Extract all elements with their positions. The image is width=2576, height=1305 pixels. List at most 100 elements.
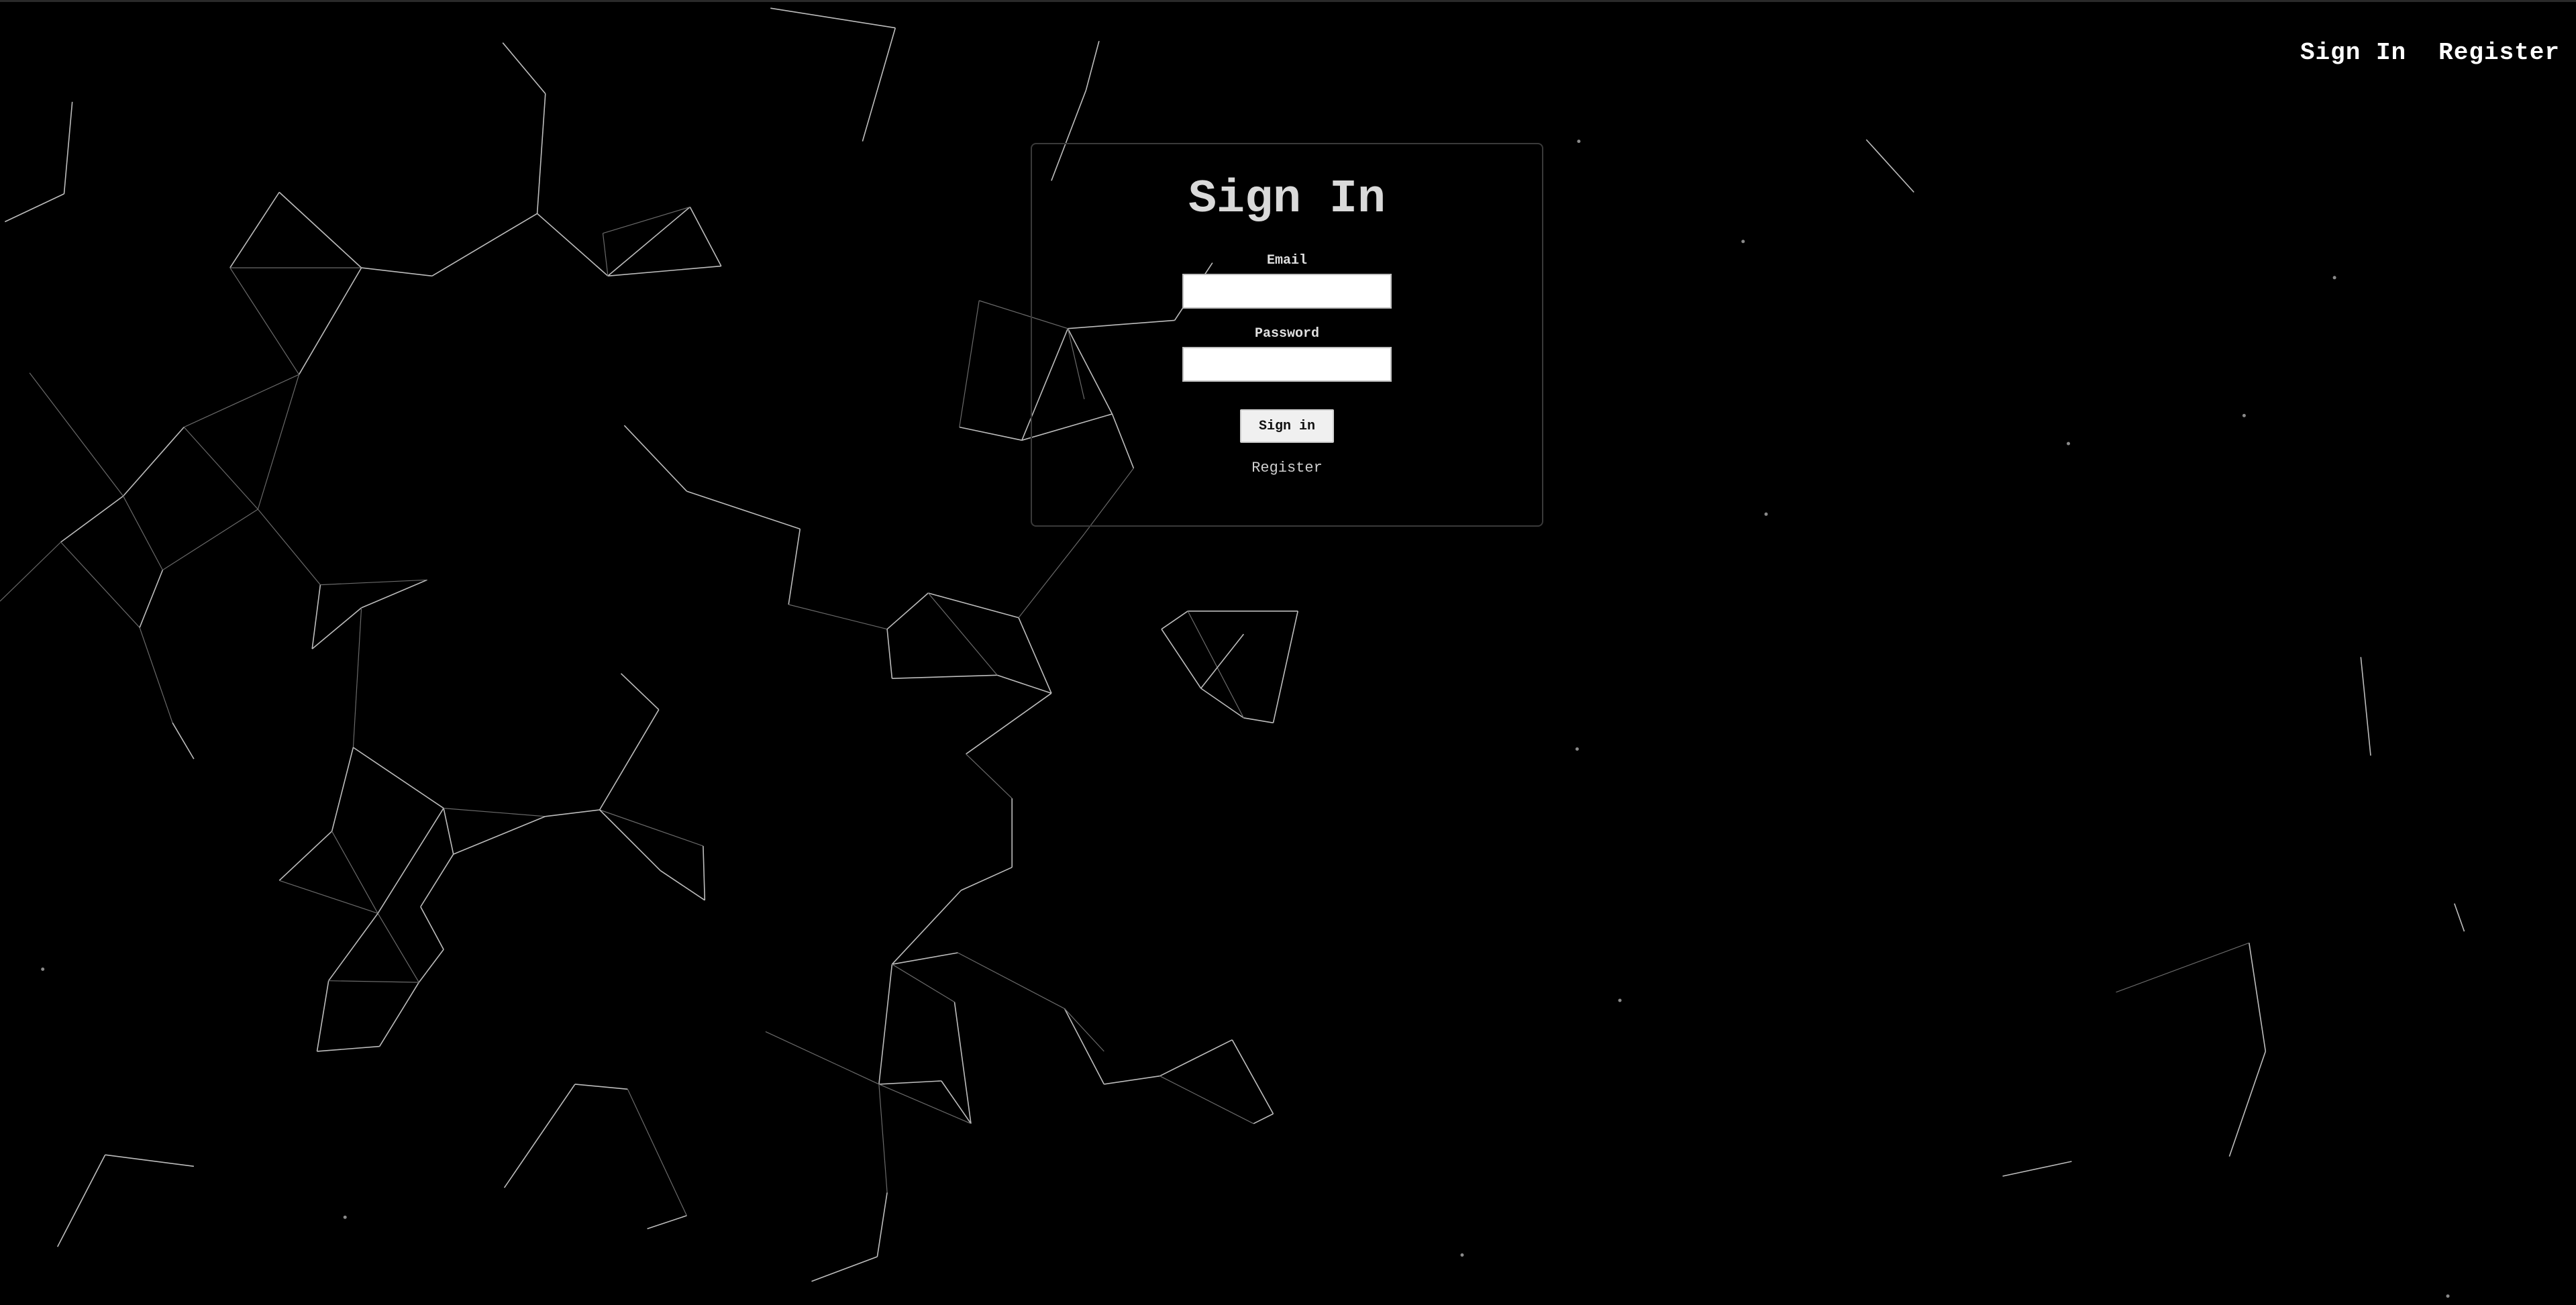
password-label: Password xyxy=(1254,326,1319,342)
submit-wrap: Sign in xyxy=(1032,409,1542,443)
network-line xyxy=(2116,942,2250,993)
network-line xyxy=(765,1031,880,1085)
network-line xyxy=(317,1045,380,1052)
network-line xyxy=(892,963,955,1003)
network-line xyxy=(122,427,185,497)
network-line xyxy=(139,627,173,723)
network-line xyxy=(927,592,998,676)
network-line xyxy=(958,952,1065,1009)
network-line xyxy=(2228,1051,2267,1157)
network-line xyxy=(420,906,444,950)
network-line xyxy=(886,592,929,630)
network-dot xyxy=(2332,276,2336,280)
network-dot xyxy=(1741,240,1745,244)
network-dot xyxy=(1764,512,1768,516)
network-line xyxy=(1085,40,1100,91)
network-line xyxy=(1064,1008,1105,1085)
network-dot xyxy=(343,1215,347,1219)
network-line xyxy=(620,673,660,711)
network-line xyxy=(607,206,690,276)
network-line xyxy=(420,853,454,907)
network-line xyxy=(1064,1008,1104,1052)
network-line xyxy=(959,300,980,427)
email-label: Email xyxy=(1266,253,1307,268)
network-line xyxy=(320,579,427,586)
network-line xyxy=(599,809,704,847)
network-line xyxy=(1018,617,1052,694)
network-line xyxy=(1200,688,1244,719)
network-line xyxy=(502,42,546,95)
network-line xyxy=(1104,1075,1160,1085)
network-line xyxy=(1187,611,1244,719)
network-line xyxy=(886,629,893,679)
network-line xyxy=(537,213,609,276)
network-line xyxy=(603,206,690,234)
network-dot xyxy=(1460,1253,1464,1257)
network-line xyxy=(602,233,609,276)
network-line xyxy=(647,1215,687,1230)
network-line xyxy=(139,570,164,628)
network-line xyxy=(378,982,419,1047)
network-line xyxy=(876,1192,888,1257)
network-line xyxy=(257,509,321,585)
register-link[interactable]: Register xyxy=(1251,460,1323,476)
network-dot xyxy=(41,968,45,971)
network-line xyxy=(623,425,687,492)
network-line xyxy=(1160,1039,1233,1077)
network-line xyxy=(4,193,64,223)
network-line xyxy=(331,747,354,832)
network-dot xyxy=(1618,998,1622,1002)
network-line xyxy=(545,809,600,817)
nav-register-link[interactable]: Register xyxy=(2438,39,2560,66)
network-line xyxy=(431,213,538,276)
network-line xyxy=(1160,1076,1254,1125)
network-line xyxy=(316,980,329,1052)
network-line xyxy=(2360,657,2371,756)
network-line xyxy=(418,949,444,983)
network-line xyxy=(2454,903,2465,932)
network-line xyxy=(1200,633,1245,689)
network-dot xyxy=(2067,441,2070,446)
network-line xyxy=(229,267,300,375)
network-line xyxy=(607,265,721,277)
network-line xyxy=(574,1084,628,1090)
email-input[interactable] xyxy=(1182,274,1392,309)
network-line xyxy=(2249,943,2267,1052)
network-line xyxy=(627,1089,687,1216)
network-line xyxy=(123,496,163,570)
nav-sign-in-link[interactable]: Sign In xyxy=(2300,39,2406,66)
network-line xyxy=(686,490,801,530)
password-field-group: Password xyxy=(1032,326,1542,382)
email-field-group: Email xyxy=(1032,253,1542,309)
network-line xyxy=(811,1256,878,1282)
network-line xyxy=(361,579,427,609)
network-line xyxy=(453,816,546,855)
network-line xyxy=(352,607,362,748)
network-line xyxy=(278,831,333,881)
network-line xyxy=(311,584,321,649)
network-line xyxy=(29,372,124,497)
network-line xyxy=(928,592,1019,619)
network-line xyxy=(1018,533,1085,618)
network-line xyxy=(966,753,1013,799)
network-line xyxy=(443,808,454,855)
network-line xyxy=(1253,1113,1274,1125)
network-dot xyxy=(2446,1294,2450,1298)
network-line xyxy=(891,890,962,965)
network-dot xyxy=(1575,747,1579,751)
network-line xyxy=(352,747,444,809)
network-line xyxy=(1161,611,1188,630)
sign-in-button[interactable]: Sign in xyxy=(1240,409,1334,443)
network-line xyxy=(878,964,893,1084)
network-line xyxy=(328,912,378,982)
network-line xyxy=(105,1154,195,1167)
network-line xyxy=(862,28,896,142)
network-line xyxy=(183,427,258,510)
network-dot xyxy=(1577,140,1581,144)
network-line xyxy=(2002,1161,2072,1177)
network-line xyxy=(788,604,888,630)
network-line xyxy=(878,1084,888,1193)
network-line xyxy=(599,709,660,811)
password-input[interactable] xyxy=(1182,347,1392,382)
network-line xyxy=(60,495,124,543)
